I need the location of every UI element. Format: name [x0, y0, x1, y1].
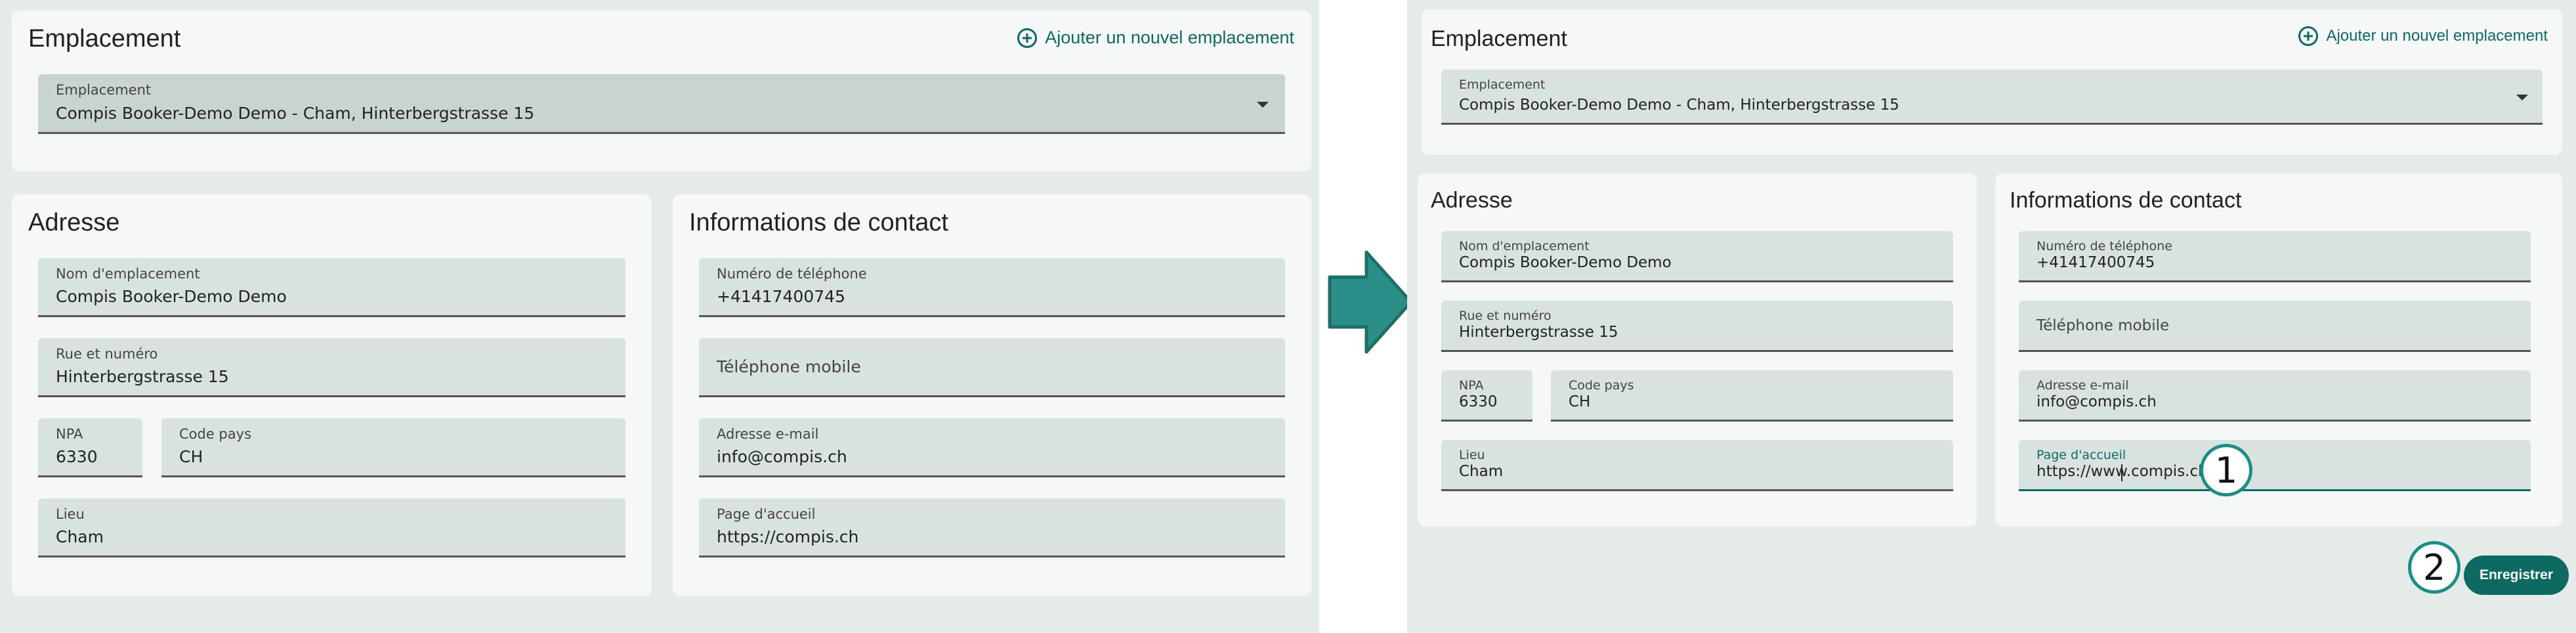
phone-label: Numéro de téléphone	[2037, 239, 2172, 253]
homepage-field[interactable]: Page d'accueil https://www.compis.ch	[2019, 440, 2531, 491]
street-label: Rue et numéro	[56, 346, 158, 362]
phone-value: +41417400745	[717, 287, 845, 306]
phone-label: Numéro de téléphone	[717, 266, 867, 282]
email-label: Adresse e-mail	[717, 426, 819, 442]
location-name-label: Nom d'emplacement	[56, 266, 200, 282]
country-code-field[interactable]: Code pays CH	[161, 418, 625, 477]
dropdown-caret-icon[interactable]	[1257, 102, 1269, 108]
contact-card-title: Informations de contact	[2010, 188, 2242, 213]
email-field[interactable]: Adresse e-mail info@compis.ch	[699, 418, 1285, 477]
text-cursor	[2121, 464, 2122, 481]
add-circle-icon	[1017, 28, 1038, 48]
npa-field[interactable]: NPA 6330	[1441, 370, 1532, 422]
city-field[interactable]: Lieu Cham	[1441, 440, 1953, 491]
location-card: Emplacement Ajouter un nouvel emplacemen…	[12, 11, 1311, 171]
address-card-title: Adresse	[28, 209, 120, 236]
dropdown-caret-icon[interactable]	[2516, 95, 2528, 100]
contact-card: Informations de contact Numéro de téléph…	[673, 194, 1311, 596]
save-button[interactable]: Enregistrer	[2464, 556, 2569, 595]
add-location-label: Ajouter un nouvel emplacement	[2326, 27, 2548, 45]
location-name-value: Compis Booker-Demo Demo	[1459, 254, 1672, 271]
mobile-phone-placeholder: Téléphone mobile	[2037, 316, 2170, 334]
npa-value: 6330	[1459, 393, 1498, 410]
homepage-value: https://compis.ch	[717, 527, 859, 546]
location-name-field[interactable]: Nom d'emplacement Compis Booker-Demo Dem…	[38, 258, 625, 317]
location-select[interactable]: Emplacement Compis Booker-Demo Demo - Ch…	[38, 74, 1285, 134]
phone-field[interactable]: Numéro de téléphone +41417400745	[699, 258, 1285, 317]
left-screen: Emplacement Ajouter un nouvel emplacemen…	[0, 0, 1319, 633]
location-select-value: Compis Booker-Demo Demo - Cham, Hinterbe…	[56, 104, 535, 123]
email-value: info@compis.ch	[717, 447, 847, 466]
email-value: info@compis.ch	[2037, 393, 2157, 410]
country-code-label: Code pays	[1569, 378, 1634, 393]
location-select-label: Emplacement	[1459, 77, 1546, 92]
contact-card-title: Informations de contact	[689, 209, 948, 236]
city-field[interactable]: Lieu Cham	[38, 498, 625, 557]
contact-card: Informations de contact Numéro de téléph…	[1995, 173, 2562, 527]
address-card-title: Adresse	[1431, 188, 1513, 213]
add-circle-icon	[2298, 26, 2319, 46]
email-field[interactable]: Adresse e-mail info@compis.ch	[2019, 370, 2531, 422]
mobile-phone-field[interactable]: Téléphone mobile	[699, 338, 1285, 397]
right-arrow-icon	[1328, 250, 1413, 354]
right-screen: Emplacement Ajouter un nouvel emplacemen…	[1407, 0, 2576, 633]
address-card: Adresse Nom d'emplacement Compis Booker-…	[12, 194, 652, 596]
npa-label: NPA	[1459, 378, 1484, 393]
phone-field[interactable]: Numéro de téléphone +41417400745	[2019, 231, 2531, 282]
npa-value: 6330	[56, 447, 98, 466]
location-select-value: Compis Booker-Demo Demo - Cham, Hinterbe…	[1459, 97, 1899, 114]
npa-field[interactable]: NPA 6330	[38, 418, 142, 477]
location-name-field[interactable]: Nom d'emplacement Compis Booker-Demo Dem…	[1441, 231, 1953, 282]
location-card-title: Emplacement	[1431, 26, 1567, 51]
location-select[interactable]: Emplacement Compis Booker-Demo Demo - Ch…	[1441, 70, 2543, 125]
city-value: Cham	[56, 527, 104, 546]
mobile-phone-field[interactable]: Téléphone mobile	[2019, 301, 2531, 352]
location-name-label: Nom d'emplacement	[1459, 239, 1590, 253]
add-location-label: Ajouter un nouvel emplacement	[1045, 28, 1294, 47]
add-location-link[interactable]: Ajouter un nouvel emplacement	[2298, 26, 2548, 46]
street-label: Rue et numéro	[1459, 309, 1552, 323]
npa-label: NPA	[56, 426, 83, 442]
homepage-label: Page d'accueil	[2037, 448, 2126, 462]
city-label: Lieu	[1459, 448, 1485, 462]
homepage-field[interactable]: Page d'accueil https://compis.ch	[699, 498, 1285, 557]
location-card-title: Emplacement	[28, 25, 181, 53]
add-location-link[interactable]: Ajouter un nouvel emplacement	[1017, 28, 1294, 48]
phone-value: +41417400745	[2037, 254, 2155, 271]
country-code-label: Code pays	[179, 426, 252, 442]
address-card: Adresse Nom d'emplacement Compis Booker-…	[1418, 173, 1977, 527]
country-code-field[interactable]: Code pays CH	[1551, 370, 1953, 422]
city-label: Lieu	[56, 506, 85, 522]
street-field[interactable]: Rue et numéro Hinterbergstrasse 15	[38, 338, 625, 397]
street-field[interactable]: Rue et numéro Hinterbergstrasse 15	[1441, 301, 1953, 352]
mobile-phone-placeholder: Téléphone mobile	[717, 357, 861, 376]
step-2-marker: 2	[2408, 541, 2460, 594]
country-code-value: CH	[1569, 393, 1591, 410]
city-value: Cham	[1459, 463, 1504, 480]
location-select-label: Emplacement	[56, 82, 152, 98]
step-1-marker: 1	[2200, 444, 2252, 496]
location-name-value: Compis Booker-Demo Demo	[56, 287, 287, 306]
location-card: Emplacement Ajouter un nouvel emplacemen…	[1422, 9, 2562, 155]
email-label: Adresse e-mail	[2037, 378, 2129, 393]
homepage-label: Page d'accueil	[717, 506, 816, 522]
street-value: Hinterbergstrasse 15	[56, 367, 229, 386]
street-value: Hinterbergstrasse 15	[1459, 324, 1618, 341]
country-code-value: CH	[179, 447, 203, 466]
